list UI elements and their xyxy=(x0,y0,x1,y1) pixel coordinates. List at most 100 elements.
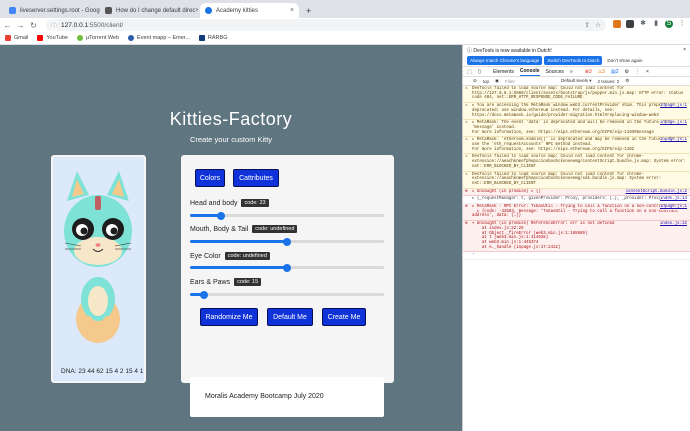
tab-sources[interactable]: Sources xyxy=(546,69,564,75)
extension-icon[interactable] xyxy=(626,20,634,28)
tab-title: liveserver.settings.root - Goog xyxy=(20,7,100,14)
clear-console-icon[interactable]: ⊘ xyxy=(473,78,477,84)
share-icon[interactable]: ⇪ xyxy=(585,21,590,29)
kitty-right-pupil xyxy=(110,227,118,235)
kebab-menu-icon[interactable]: ⋮ xyxy=(635,69,640,75)
source-link[interactable]: inpage.js:1 xyxy=(659,138,687,144)
footer-box: Moralis Academy Bootcamp July 2020 xyxy=(190,377,384,417)
kitty-nose xyxy=(95,243,101,247)
cattributes-button[interactable]: Cattributes xyxy=(233,169,279,187)
tab-console[interactable]: Console xyxy=(519,68,540,76)
source-link[interactable]: index.js:14 xyxy=(659,197,687,203)
site-info-icon[interactable]: ⓘ xyxy=(51,20,58,30)
source-link[interactable]: inpage.js:1 xyxy=(659,205,687,210)
bookmark-utorrent[interactable]: µTorrent Web xyxy=(77,35,119,41)
more-tabs-icon[interactable]: » xyxy=(570,69,573,75)
browser-chrome: liveserver.settings.root - Goog × How do… xyxy=(0,0,690,45)
tab-academy-kitties[interactable]: Academy kitties × xyxy=(200,3,299,18)
dna-readout: DNA: 23 44 62 15 4 2 15 4 1 xyxy=(61,368,143,375)
console-settings-icon[interactable]: ⚙ xyxy=(625,78,629,84)
bookmark-label: Event mapp – Emer... xyxy=(137,35,190,41)
filter-input[interactable]: Filter xyxy=(505,79,555,84)
console-message: ⚠ ▸ MetaMask: 'ethereum.enable()' is depr… xyxy=(463,137,690,155)
bookmark-label: µTorrent Web xyxy=(86,35,120,41)
rarbg-icon xyxy=(198,35,205,41)
new-tab-button[interactable]: + xyxy=(301,3,313,18)
error-count-badge: ⊗3 xyxy=(584,68,592,75)
puzzle-icon[interactable]: ✱ xyxy=(639,20,647,28)
issues-link[interactable]: 2 Issues: 2 xyxy=(598,79,620,84)
close-icon[interactable]: × xyxy=(195,7,198,14)
dont-show-again-link[interactable]: Don't show again xyxy=(607,58,642,63)
close-icon[interactable]: × xyxy=(683,47,686,53)
eye-color-slider[interactable] xyxy=(190,263,384,272)
bookmark-gmail[interactable]: Gmail xyxy=(5,35,28,41)
message-text: ▸ MetaMask: 'ethereum.enable()' is depre… xyxy=(472,138,683,152)
menu-icon[interactable]: ⋮ xyxy=(678,20,686,28)
bookmarks-bar: Gmail YouTube µTorrent Web Event mapp – … xyxy=(0,32,690,45)
source-link[interactable]: index.js:22 xyxy=(659,222,687,227)
metamask-icon[interactable] xyxy=(613,20,621,28)
message-text: DevTools failed to load source map: Coul… xyxy=(472,172,664,186)
close-devtools-icon[interactable]: × xyxy=(646,69,649,75)
event-mapp-icon xyxy=(128,35,135,41)
attr-head-body: Head and body code: 23 xyxy=(190,199,269,207)
context-select[interactable]: top xyxy=(483,79,489,84)
console-filter-bar: ⊘ top ◉ Filter Default levels ▾ 2 Issues… xyxy=(463,77,690,86)
source-link[interactable]: contentScript.bundle.js:2 xyxy=(625,189,687,195)
console-error: ⊗ ▸ MetaMask - RPC Error: TxGasUtil - Try… xyxy=(463,204,690,222)
tab-elements[interactable]: Elements xyxy=(493,69,514,75)
slider-knob[interactable] xyxy=(283,237,291,246)
tab-title: How do I change default direc xyxy=(116,7,196,14)
bookmark-event-mapp[interactable]: Event mapp – Emer... xyxy=(128,35,190,41)
head-body-slider[interactable] xyxy=(190,211,384,220)
slider-knob[interactable] xyxy=(199,290,208,299)
address-bar[interactable]: ⓘ 127.0.0.1:5500/client/ ⇪ ☆ xyxy=(46,19,606,31)
bookmark-rarbg[interactable]: RARBG xyxy=(198,35,227,41)
settings-icon[interactable]: ⚙ xyxy=(624,69,628,75)
kitty-illustration xyxy=(64,171,132,343)
source-link[interactable]: inpage.js:1 xyxy=(659,121,687,126)
default-button[interactable]: Default Me xyxy=(267,308,313,326)
message-text: ▸ {_requestManager: t, givenProvider: Pr… xyxy=(472,197,671,202)
message-text: ▸ MetaMask - RPC Error: TxGasUtil - Tryi… xyxy=(472,205,686,219)
profile-avatar[interactable]: S xyxy=(665,20,673,28)
console-log: ▸ {_requestManager: t, givenProvider: Pr… xyxy=(463,196,690,205)
slider-knob[interactable] xyxy=(283,263,291,272)
colors-button[interactable]: Colors xyxy=(195,169,225,187)
footer-text: Moralis Academy Bootcamp July 2020 xyxy=(205,393,324,400)
eye-icon[interactable]: ◉ xyxy=(495,78,499,84)
device-toggle-icon[interactable]: ▯ xyxy=(478,69,481,75)
bookmark-youtube[interactable]: YouTube xyxy=(37,35,68,41)
tab-liveserver[interactable]: liveserver.settings.root - Goog × xyxy=(4,3,100,18)
source-link[interactable]: inpage.js:1 xyxy=(659,104,687,109)
ears-paws-slider[interactable] xyxy=(190,290,384,299)
cat-preview-card: DNA: 23 44 62 15 4 2 15 4 1 xyxy=(51,155,146,383)
inspect-icon[interactable]: ⬚ xyxy=(467,69,472,75)
tab-stackoverflow[interactable]: How do I change default direc × xyxy=(100,3,198,18)
page-title: Kitties-Factory xyxy=(169,109,293,129)
forward-icon[interactable]: → xyxy=(15,21,26,30)
randomize-button[interactable]: Randomize Me xyxy=(200,308,258,326)
message-text: ▸ You are accessing the MetaMask window.… xyxy=(472,104,676,118)
dna-label: DNA: xyxy=(61,368,77,375)
reload-icon[interactable]: ↻ xyxy=(28,21,39,30)
levels-dropdown[interactable]: Default levels ▾ xyxy=(561,78,592,84)
sidebar-icon[interactable]: ▮ xyxy=(652,20,660,28)
gmail-icon xyxy=(5,35,11,41)
error-icon: ⊗ xyxy=(465,221,468,227)
close-icon[interactable]: × xyxy=(290,7,294,14)
match-language-button[interactable]: Always match Chrome's language xyxy=(467,56,543,65)
youtube-icon xyxy=(37,35,44,41)
back-icon[interactable]: ← xyxy=(2,21,13,30)
console-prompt[interactable]: › xyxy=(463,252,690,261)
switch-dutch-button[interactable]: Switch DevTools to Dutch xyxy=(544,56,603,65)
mouth-body-tail-slider[interactable] xyxy=(190,237,384,246)
create-button[interactable]: Create Me xyxy=(322,308,366,326)
slider-knob[interactable] xyxy=(217,211,226,220)
console-error: ⊗ ▸ Uncaught (in promise) ▸ {} contentScri… xyxy=(463,188,690,197)
bookmark-star-icon[interactable]: ☆ xyxy=(595,21,601,29)
console-message: ⚠ DevTools failed to load source map: Cou… xyxy=(463,154,690,172)
attr-code-badge: code: 23 xyxy=(241,199,269,207)
address-host: 127.0.0.1 xyxy=(61,21,89,29)
